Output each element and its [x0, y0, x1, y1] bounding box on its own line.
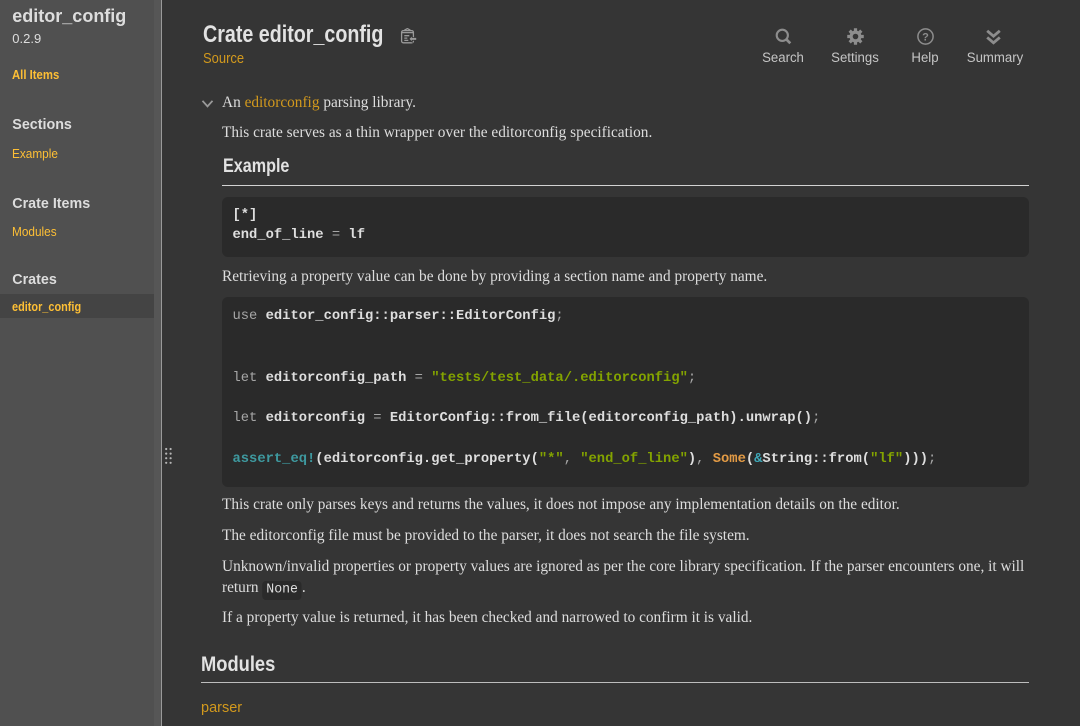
svg-text:?: ?	[922, 31, 929, 43]
